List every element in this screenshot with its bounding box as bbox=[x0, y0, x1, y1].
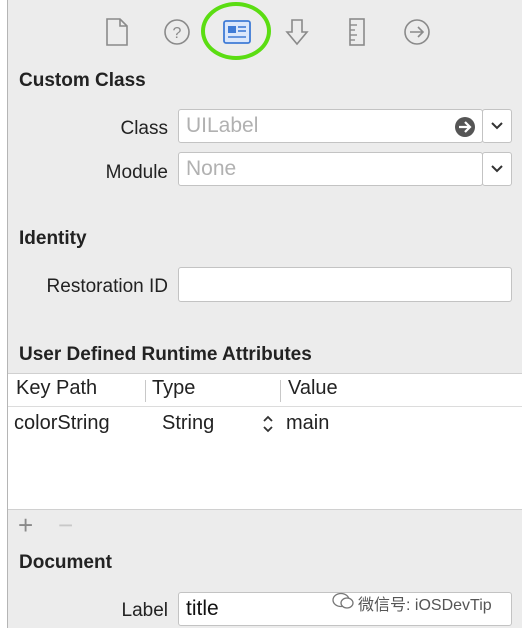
document-section: Document Label title bbox=[8, 542, 522, 628]
document-label-value: title bbox=[186, 597, 219, 620]
chevron-down-icon bbox=[491, 122, 503, 130]
watermark: 微信号: iOSDevTip bbox=[332, 591, 492, 615]
file-inspector-icon[interactable] bbox=[102, 17, 132, 47]
inspector-toolbar: ? bbox=[8, 0, 522, 63]
quick-help-icon[interactable]: ? bbox=[162, 17, 192, 47]
watermark-text: 微信号: iOSDevTip bbox=[358, 597, 492, 614]
stepper-updown-icon[interactable] bbox=[262, 414, 274, 439]
row-key-path[interactable]: colorString bbox=[14, 412, 110, 435]
add-attribute-button[interactable]: + bbox=[18, 510, 33, 540]
identity-section: Identity Restoration ID bbox=[8, 218, 522, 335]
restoration-id-label: Restoration ID bbox=[46, 276, 168, 297]
module-placeholder: None bbox=[186, 157, 237, 180]
section-title-runtime-attributes: User Defined Runtime Attributes bbox=[19, 344, 312, 365]
header-divider bbox=[8, 406, 522, 407]
runtime-attributes-table: Key Path Type Value colorString String m… bbox=[8, 373, 522, 510]
class-label: Class bbox=[120, 118, 168, 139]
section-title-custom-class: Custom Class bbox=[19, 70, 146, 91]
class-dropdown-button[interactable] bbox=[482, 109, 512, 143]
wechat-icon bbox=[332, 592, 354, 615]
row-type[interactable]: String bbox=[162, 412, 214, 435]
attributes-inspector-icon[interactable] bbox=[282, 17, 312, 47]
chevron-down-icon bbox=[491, 165, 503, 173]
size-inspector-icon[interactable] bbox=[342, 17, 372, 47]
custom-class-section: Custom Class Class UILabel Module None bbox=[8, 62, 522, 219]
row-value[interactable]: main bbox=[286, 412, 329, 435]
column-separator bbox=[145, 380, 146, 402]
arrow-circle-icon[interactable] bbox=[454, 116, 476, 144]
class-placeholder: UILabel bbox=[186, 114, 259, 137]
column-header-key-path[interactable]: Key Path bbox=[16, 377, 97, 400]
svg-text:?: ? bbox=[173, 25, 182, 42]
column-header-value[interactable]: Value bbox=[288, 377, 338, 400]
module-field[interactable]: None bbox=[178, 152, 483, 186]
module-label: Module bbox=[105, 162, 168, 183]
class-field[interactable]: UILabel bbox=[178, 109, 483, 143]
section-title-identity: Identity bbox=[19, 228, 87, 249]
identity-inspector-panel: ? Custom Class Class UILabel Module None… bbox=[7, 0, 522, 628]
connections-inspector-icon[interactable] bbox=[402, 17, 432, 47]
column-separator bbox=[280, 380, 281, 402]
remove-attribute-button[interactable]: − bbox=[58, 510, 73, 540]
module-dropdown-button[interactable] bbox=[482, 152, 512, 186]
restoration-id-field[interactable] bbox=[178, 267, 512, 302]
section-title-document: Document bbox=[19, 552, 112, 573]
document-label-label: Label bbox=[121, 600, 169, 621]
identity-inspector-icon[interactable] bbox=[222, 17, 252, 47]
column-header-type[interactable]: Type bbox=[152, 377, 195, 400]
